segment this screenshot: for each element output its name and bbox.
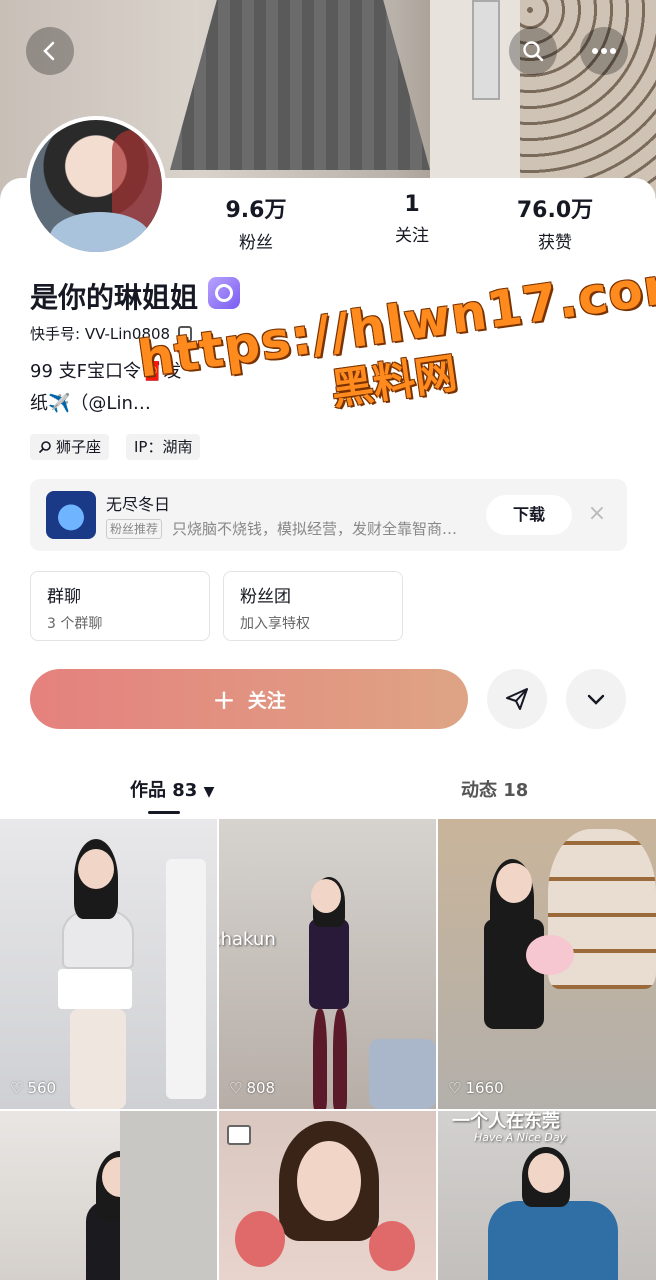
avatar[interactable]: [26, 116, 166, 256]
video-thumbnail[interactable]: [219, 1111, 436, 1280]
search-icon: [523, 41, 544, 62]
profile-name: 是你的琳姐姐: [30, 281, 199, 314]
chevron-down-icon: [587, 694, 605, 705]
tab-label: 动态 18: [461, 780, 529, 801]
more-horizontal-icon: [592, 48, 616, 54]
game-icon: [46, 491, 96, 539]
box-subtitle: 加入享特权: [240, 616, 310, 632]
stat-followers[interactable]: 9.6万 粉丝: [196, 192, 316, 253]
tab-indicator: [148, 811, 180, 814]
like-count: ♡ 1660: [448, 1079, 504, 1097]
expand-button[interactable]: [566, 669, 626, 729]
share-button[interactable]: [487, 669, 547, 729]
tag-label: IP：湖南: [134, 438, 193, 456]
ad-description: 只烧脑不烧钱，模拟经营，发财全靠智商…: [172, 520, 458, 538]
box-title: 群聊: [47, 587, 81, 607]
send-icon: [506, 688, 528, 710]
more-button[interactable]: [580, 27, 628, 75]
tab-moments[interactable]: 动态 18: [461, 776, 528, 802]
back-button[interactable]: [26, 27, 74, 75]
stat-label: 获赞: [538, 233, 572, 253]
like-count-value: 560: [27, 1079, 57, 1097]
tab-label: 作品 83: [130, 780, 198, 801]
caret-down-icon: ▼: [203, 784, 215, 800]
banner-lock: [472, 0, 500, 100]
download-button[interactable]: 下载: [486, 495, 572, 535]
like-count: ♡ 808: [229, 1079, 275, 1097]
stat-value: 9.6万: [225, 198, 287, 223]
stat-likes[interactable]: 76.0万 获赞: [495, 192, 615, 253]
video-thumbnail[interactable]: TG@fanchakun ♡808: [219, 819, 436, 1109]
video-thumbnail[interactable]: ♡ 1660: [438, 819, 656, 1109]
video-thumbnail[interactable]: [0, 1111, 217, 1280]
fan-club-box[interactable]: 粉丝团 加入享特权: [223, 571, 403, 641]
stat-following[interactable]: 1 关注: [352, 192, 472, 246]
verified-badge-icon[interactable]: [208, 277, 240, 309]
video-thumbnail[interactable]: 一个人在东莞 Have A Nice Day: [438, 1111, 656, 1280]
ad-chip: 粉丝推荐: [106, 519, 163, 539]
video-thumbnail[interactable]: ♡ 560: [0, 819, 217, 1109]
stat-value: 76.0万: [516, 198, 594, 223]
close-icon[interactable]: ×: [586, 503, 608, 525]
tag-ip: IP：湖南: [126, 434, 201, 460]
plus-icon: +: [212, 682, 236, 716]
group-chat-box[interactable]: 群聊 3 个群聊: [30, 571, 210, 641]
stat-label: 关注: [395, 226, 429, 246]
like-count-value: 808: [246, 1079, 276, 1097]
tag-zodiac[interactable]: 狮子座: [30, 434, 110, 460]
heart-icon: ♡: [229, 1079, 243, 1097]
search-icon: [38, 441, 51, 454]
video-overlay-text: 一个人在东莞: [452, 1111, 560, 1132]
chevron-left-icon: [43, 41, 55, 61]
banner-image: [170, 0, 430, 170]
tag-label: 狮子座: [56, 438, 102, 456]
heart-icon: ♡: [10, 1079, 24, 1097]
box-subtitle: 3 个群聊: [47, 616, 103, 632]
heart-icon: ♡: [448, 1079, 462, 1097]
like-count: ♡ 560: [10, 1079, 56, 1097]
ad-banner[interactable]: 无尽冬日 粉丝推荐 只烧脑不烧钱，模拟经营，发财全靠智商… 下载 ×: [30, 479, 627, 551]
video-overlay-subtext: Have A Nice Day: [474, 1131, 567, 1144]
video-overlay-text: TG@fanchakun: [219, 929, 276, 950]
box-title: 粉丝团: [240, 587, 291, 607]
search-button[interactable]: [509, 27, 557, 75]
image-icon: [227, 1125, 251, 1145]
stat-value: 1: [404, 192, 420, 217]
stat-label: 粉丝: [239, 233, 273, 253]
tab-works[interactable]: 作品 83 ▼: [130, 776, 214, 802]
follow-button[interactable]: + 关注: [30, 669, 468, 729]
follow-label: 关注: [247, 689, 286, 712]
ad-title: 无尽冬日: [106, 495, 171, 514]
like-count-value: 1660: [465, 1079, 504, 1097]
